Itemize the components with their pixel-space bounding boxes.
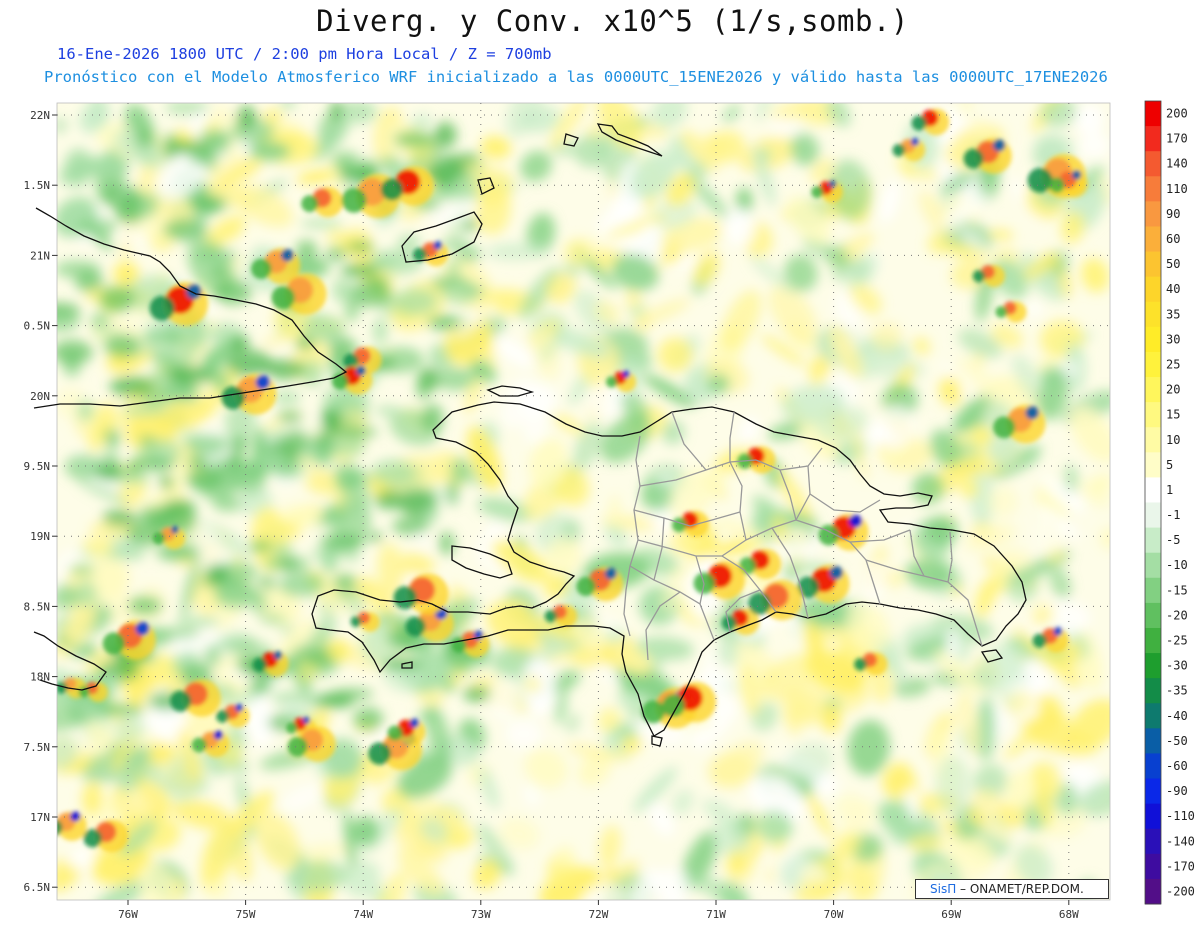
colorbar-label: 25 bbox=[1166, 357, 1180, 371]
colorbar-label: -35 bbox=[1166, 684, 1188, 698]
colorbar-label: 140 bbox=[1166, 157, 1188, 171]
colorbar-swatch bbox=[1145, 402, 1161, 428]
colorbar-label: 1 bbox=[1166, 483, 1173, 497]
lat-label: 0.5N bbox=[24, 320, 51, 333]
lat-label: 17N bbox=[30, 811, 50, 824]
colorbar-label: 30 bbox=[1166, 332, 1180, 346]
lat-label: 1.5N bbox=[24, 179, 51, 192]
colorbar-swatch bbox=[1145, 577, 1161, 604]
lat-label: 20N bbox=[30, 390, 50, 403]
sispi-logo-text: SisΠ bbox=[930, 882, 957, 896]
lon-label: 76W bbox=[118, 908, 138, 921]
lon-label: 74W bbox=[353, 908, 373, 921]
colorbar-swatch bbox=[1145, 753, 1161, 780]
colorbar-swatch bbox=[1145, 176, 1161, 202]
colorbar-swatch bbox=[1145, 477, 1161, 503]
colorbar-swatch bbox=[1145, 427, 1161, 453]
colorbar-swatch bbox=[1145, 151, 1161, 177]
colorbar-label: -15 bbox=[1166, 583, 1188, 597]
colorbar-label: 110 bbox=[1166, 182, 1188, 196]
colorbar-swatch bbox=[1145, 201, 1161, 227]
colorbar-label: 40 bbox=[1166, 282, 1180, 296]
colorbar-label: 5 bbox=[1166, 458, 1173, 472]
colorbar-label: -200 bbox=[1166, 884, 1195, 898]
colorbar-swatch bbox=[1145, 552, 1161, 579]
lon-label: 75W bbox=[236, 908, 256, 921]
colorbar-label: -170 bbox=[1166, 859, 1195, 873]
colorbar-swatch bbox=[1145, 101, 1161, 127]
colorbar-label: 50 bbox=[1166, 257, 1180, 271]
colorbar-swatch bbox=[1145, 602, 1161, 629]
colorbar: 200 170 140 110 90 60 50 40 35 30 25 20 15 10 5 1 -1 -5 -1… bbox=[1144, 100, 1195, 905]
colorbar-label: -40 bbox=[1166, 709, 1188, 723]
divergence-field bbox=[57, 103, 1110, 900]
lat-label: 6.5N bbox=[24, 881, 51, 894]
lat-label: 21N bbox=[30, 249, 50, 262]
colorbar-label: 15 bbox=[1166, 408, 1180, 422]
colorbar-swatch bbox=[1145, 828, 1161, 855]
colorbar-label: 60 bbox=[1166, 232, 1180, 246]
lon-label: 70W bbox=[824, 908, 844, 921]
colorbar-label: -20 bbox=[1166, 608, 1188, 622]
colorbar-swatch bbox=[1145, 878, 1161, 905]
colorbar-swatch bbox=[1145, 326, 1161, 353]
colorbar-swatch bbox=[1145, 301, 1161, 328]
colorbar-swatch bbox=[1145, 678, 1161, 704]
credit-text: – ONAMET/REP.DOM. bbox=[956, 882, 1084, 896]
colorbar-label: -30 bbox=[1166, 659, 1188, 673]
colorbar-label: 20 bbox=[1166, 383, 1180, 397]
lon-label: 71W bbox=[706, 908, 726, 921]
colorbar-swatch bbox=[1145, 251, 1161, 278]
lat-label: 19N bbox=[30, 530, 50, 543]
colorbar-swatch bbox=[1145, 703, 1161, 729]
colorbar-swatch bbox=[1145, 728, 1161, 754]
colorbar-label: 35 bbox=[1166, 307, 1180, 321]
colorbar-label: -90 bbox=[1166, 784, 1188, 798]
colorbar-swatch bbox=[1145, 377, 1161, 403]
colorbar-label: -140 bbox=[1166, 834, 1195, 848]
lat-label: 18N bbox=[30, 671, 50, 684]
colorbar-swatch bbox=[1145, 627, 1161, 654]
colorbar-label: 200 bbox=[1166, 107, 1188, 121]
colorbar-swatch bbox=[1145, 803, 1161, 830]
colorbar-label: 10 bbox=[1166, 433, 1180, 447]
colorbar-label: -1 bbox=[1166, 508, 1180, 522]
colorbar-label: 170 bbox=[1166, 132, 1188, 146]
lat-label: 8.5N bbox=[24, 600, 51, 613]
lon-label: 73W bbox=[471, 908, 491, 921]
lat-label: 7.5N bbox=[24, 741, 51, 754]
colorbar-swatch bbox=[1145, 226, 1161, 253]
colorbar-label: -50 bbox=[1166, 734, 1188, 748]
colorbar-label: 90 bbox=[1166, 207, 1180, 221]
colorbar-swatch bbox=[1145, 351, 1161, 378]
colorbar-label: -5 bbox=[1166, 533, 1180, 547]
colorbar-swatch bbox=[1145, 853, 1161, 880]
colorbar-swatch bbox=[1145, 527, 1161, 554]
colorbar-swatch bbox=[1145, 126, 1161, 152]
divergence-map: 22N 1.5N 21N 0.5N 20N 9.5N 19N 8.5N 18N 7.5N 17N 6.… bbox=[24, 100, 1195, 921]
lat-label: 22N bbox=[30, 109, 50, 122]
longitude-labels: 76W 75W 74W 73W 72W 71W 70W 69W 68W bbox=[118, 908, 1079, 921]
colorbar-label: -110 bbox=[1166, 809, 1195, 823]
colorbar-swatch bbox=[1145, 502, 1161, 529]
latitude-labels: 22N 1.5N 21N 0.5N 20N 9.5N 19N 8.5N 18N 7.5N 17N 6.… bbox=[24, 109, 51, 894]
credit-box: SisΠ – ONAMET/REP.DOM. bbox=[915, 879, 1109, 899]
colorbar-label: -25 bbox=[1166, 634, 1188, 648]
colorbar-swatch bbox=[1145, 778, 1161, 805]
lat-label: 9.5N bbox=[24, 460, 51, 473]
lon-label: 72W bbox=[588, 908, 608, 921]
colorbar-label: -60 bbox=[1166, 759, 1188, 773]
colorbar-label: -10 bbox=[1166, 558, 1188, 572]
colorbar-swatch bbox=[1145, 653, 1161, 679]
colorbar-swatch bbox=[1145, 276, 1161, 303]
lon-label: 69W bbox=[941, 908, 961, 921]
lon-label: 68W bbox=[1059, 908, 1079, 921]
colorbar-swatch bbox=[1145, 452, 1161, 478]
